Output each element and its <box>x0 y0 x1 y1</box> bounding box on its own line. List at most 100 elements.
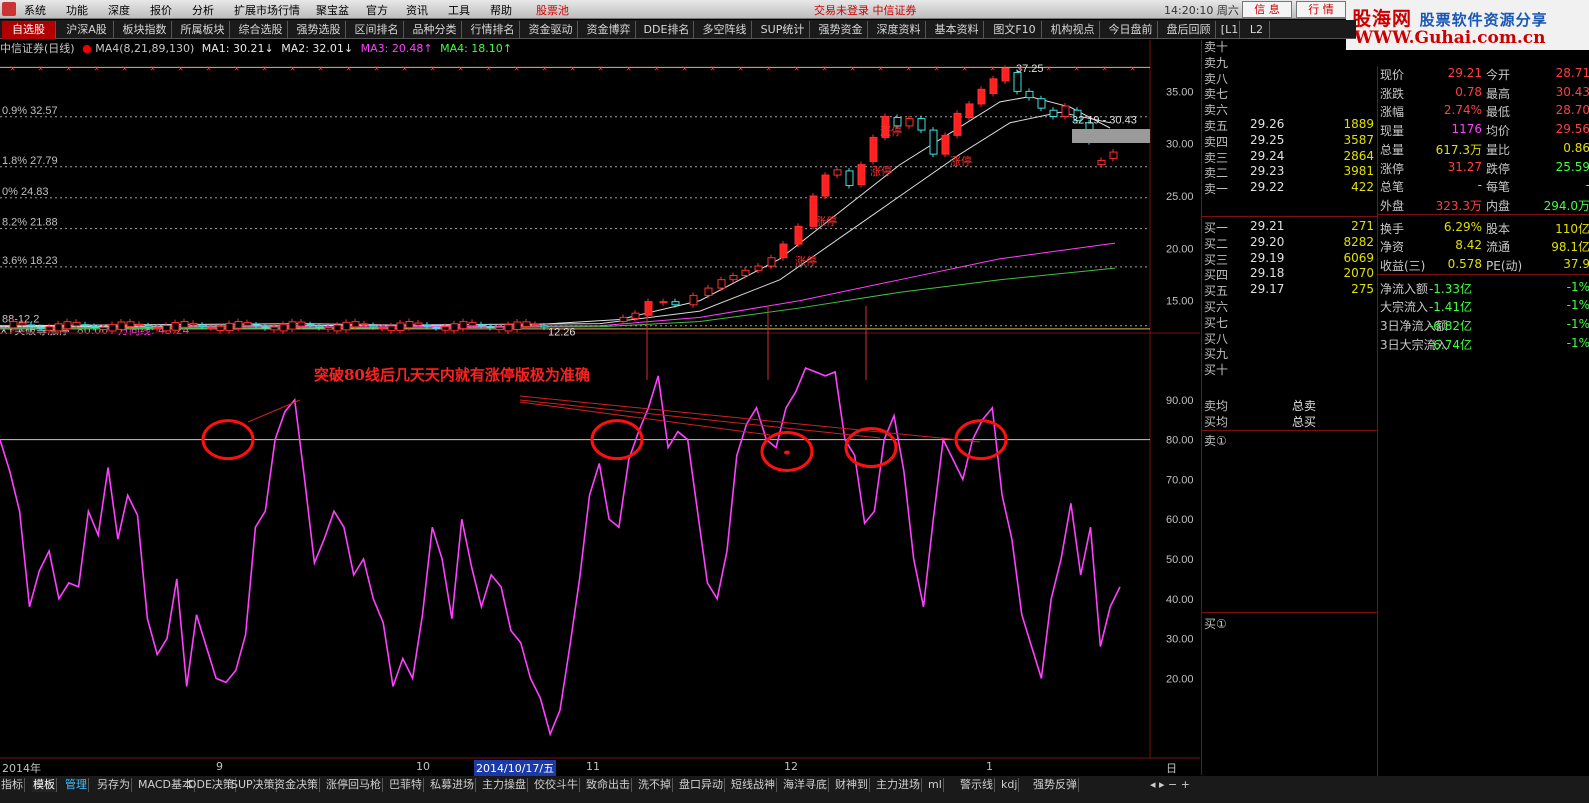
bottom-tab-19[interactable]: 主力进场 <box>875 778 922 792</box>
candle <box>18 322 27 326</box>
menu-item[interactable]: 帮助 <box>490 2 512 18</box>
price-tick: 15.00 <box>1166 296 1194 308</box>
bottom-tab-21[interactable]: 警示线 <box>959 778 995 792</box>
menu-item[interactable]: 系统 <box>24 2 46 18</box>
candle <box>324 327 333 330</box>
menu-item[interactable]: 深度 <box>108 2 130 18</box>
bottom-tab-12[interactable]: 佼佼斗牛 <box>533 778 580 792</box>
bottom-tab-17[interactable]: 海洋寻底 <box>782 778 829 792</box>
buy-level[interactable]: 买十 <box>1202 361 1378 377</box>
tab-9[interactable]: 资金驱动 <box>524 21 578 39</box>
tab-17[interactable]: 图文F10 <box>988 21 1042 39</box>
tab-2[interactable]: 板块指数 <box>118 21 172 39</box>
candle <box>36 326 45 329</box>
bottom-tab-9[interactable]: 巴菲特 <box>388 778 424 792</box>
bottom-tab-5[interactable]: DDE决策 <box>187 778 236 792</box>
menu-item[interactable]: 资讯 <box>406 2 428 18</box>
tab-8[interactable]: 行情排名 <box>466 21 520 39</box>
top-marker: × <box>514 63 519 73</box>
level-price: 29.24 <box>1250 148 1285 163</box>
bottom-tab-0[interactable]: 指标 <box>0 778 25 792</box>
tab-21[interactable]: [L1 <box>1220 21 1240 39</box>
tab-12[interactable]: 多空阵线 <box>698 21 752 39</box>
sell-queue[interactable]: 卖① <box>1204 432 1380 448</box>
buy-level[interactable]: 买五 29.17 275 <box>1202 282 1378 298</box>
buy-level[interactable]: 买九 <box>1202 345 1378 361</box>
stock-pool-menu[interactable]: 股票池 <box>536 2 569 18</box>
sell-level[interactable]: 卖一 29.22 422 <box>1202 180 1378 196</box>
tab-15[interactable]: 深度资料 <box>872 21 926 39</box>
bottom-tab-2[interactable]: 管理 <box>64 778 89 792</box>
level-volume: 422 <box>1351 180 1374 195</box>
tab-4[interactable]: 综合选股 <box>234 21 288 39</box>
buy-level[interactable]: 买一 29.21 271 <box>1202 219 1378 235</box>
tab-19[interactable]: 今日盘前 <box>1104 21 1158 39</box>
sell-level[interactable]: 卖八 <box>1202 70 1378 86</box>
candle <box>779 243 788 259</box>
chart-canvas[interactable]: 0.9% 32.57 1.8% 27.79 0% 24.83 8.2% 21.88 3.… <box>0 40 1201 800</box>
level-volume: 3981 <box>1343 164 1374 179</box>
bottom-tab-7[interactable]: 资金决策 <box>273 778 320 792</box>
bottom-tab-14[interactable]: 洗不掉 <box>637 778 673 792</box>
tab-5[interactable]: 强势选股 <box>292 21 346 39</box>
buy-queue[interactable]: 买① <box>1204 615 1380 631</box>
sell-level[interactable]: 卖二 29.23 3981 <box>1202 164 1378 180</box>
buy-level[interactable]: 买四 29.18 2070 <box>1202 266 1378 282</box>
menu-item[interactable]: 功能 <box>66 2 88 18</box>
menu-item[interactable]: 官方 <box>366 2 388 18</box>
sell-level[interactable]: 卖六 <box>1202 101 1378 117</box>
sell-level[interactable]: 卖五 29.26 1889 <box>1202 117 1378 133</box>
tab-22[interactable]: L2 <box>1244 21 1270 39</box>
bottom-tab-13[interactable]: 致命出击 <box>585 778 632 792</box>
stat-label: 现价 <box>1380 68 1405 82</box>
sell-level[interactable]: 卖九 <box>1202 54 1378 70</box>
sell-level[interactable]: 卖七 <box>1202 85 1378 101</box>
app-icon[interactable] <box>2 2 16 16</box>
tab-7[interactable]: 品种分类 <box>408 21 462 39</box>
tab-0[interactable]: 自选股 <box>2 21 56 39</box>
menu-item[interactable]: 聚宝盆 <box>316 2 349 18</box>
buy-level[interactable]: 买八 <box>1202 330 1378 346</box>
tab-13[interactable]: SUP统计 <box>756 21 810 39</box>
book-divider <box>1202 612 1378 613</box>
bottom-tab-22[interactable]: kdj <box>1000 778 1020 792</box>
bottom-tab-15[interactable]: 盘口异动 <box>678 778 725 792</box>
bottom-tab-8[interactable]: 涨停回马枪 <box>325 778 383 792</box>
tab-6[interactable]: 区间排名 <box>350 21 404 39</box>
tab-16[interactable]: 基本资料 <box>930 21 984 39</box>
sell-level[interactable]: 卖十 <box>1202 38 1378 54</box>
tab-3[interactable]: 所属板块 <box>176 21 230 39</box>
scroll-left-icon[interactable]: ◂ ▸ − + <box>1150 778 1190 791</box>
tab-18[interactable]: 机构视点 <box>1046 21 1100 39</box>
tab-14[interactable]: 强势资金 <box>814 21 868 39</box>
bottom-tab-10[interactable]: 私募进场 <box>429 778 476 792</box>
candle <box>333 324 342 332</box>
top-marker: × <box>430 63 435 73</box>
bottom-tab-20[interactable]: ml <box>927 778 944 792</box>
bottom-tab-16[interactable]: 短线战神 <box>730 778 777 792</box>
menu-item[interactable]: 分析 <box>192 2 214 18</box>
buy-level[interactable]: 买六 <box>1202 298 1378 314</box>
bottom-tab-11[interactable]: 主力操盘 <box>481 778 528 792</box>
tab-10[interactable]: 资金博弈 <box>582 21 636 39</box>
bottom-tab-23[interactable]: 强势反弹 <box>1032 778 1079 792</box>
sell-level[interactable]: 卖三 29.24 2864 <box>1202 148 1378 165</box>
menu-item[interactable]: 工具 <box>448 2 470 18</box>
top-marker: × <box>682 63 687 73</box>
buy-level[interactable]: 买二 29.20 8282 <box>1202 235 1378 251</box>
bottom-tab-3[interactable]: 另存为 <box>96 778 132 792</box>
stat-value: 1176 <box>1451 122 1482 137</box>
menu-item[interactable]: 扩展市场行情 <box>234 2 300 18</box>
menu-item[interactable]: 报价 <box>150 2 172 18</box>
quote-button[interactable]: 行 情 <box>1296 1 1346 18</box>
bottom-tab-1[interactable]: 模板 <box>32 778 57 792</box>
sell-level[interactable]: 卖四 29.25 3587 <box>1202 133 1378 149</box>
tab-1[interactable]: 沪深A股 <box>60 21 114 39</box>
info-button[interactable]: 信 息 <box>1242 1 1292 18</box>
bottom-tab-6[interactable]: SUP决策 <box>230 778 277 792</box>
buy-level[interactable]: 买三 29.19 6069 <box>1202 251 1378 267</box>
tab-20[interactable]: 盘后回顾 <box>1162 21 1216 39</box>
bottom-tab-18[interactable]: 财神到 <box>834 778 870 792</box>
buy-level[interactable]: 买七 <box>1202 314 1378 330</box>
tab-11[interactable]: DDE排名 <box>640 21 694 39</box>
